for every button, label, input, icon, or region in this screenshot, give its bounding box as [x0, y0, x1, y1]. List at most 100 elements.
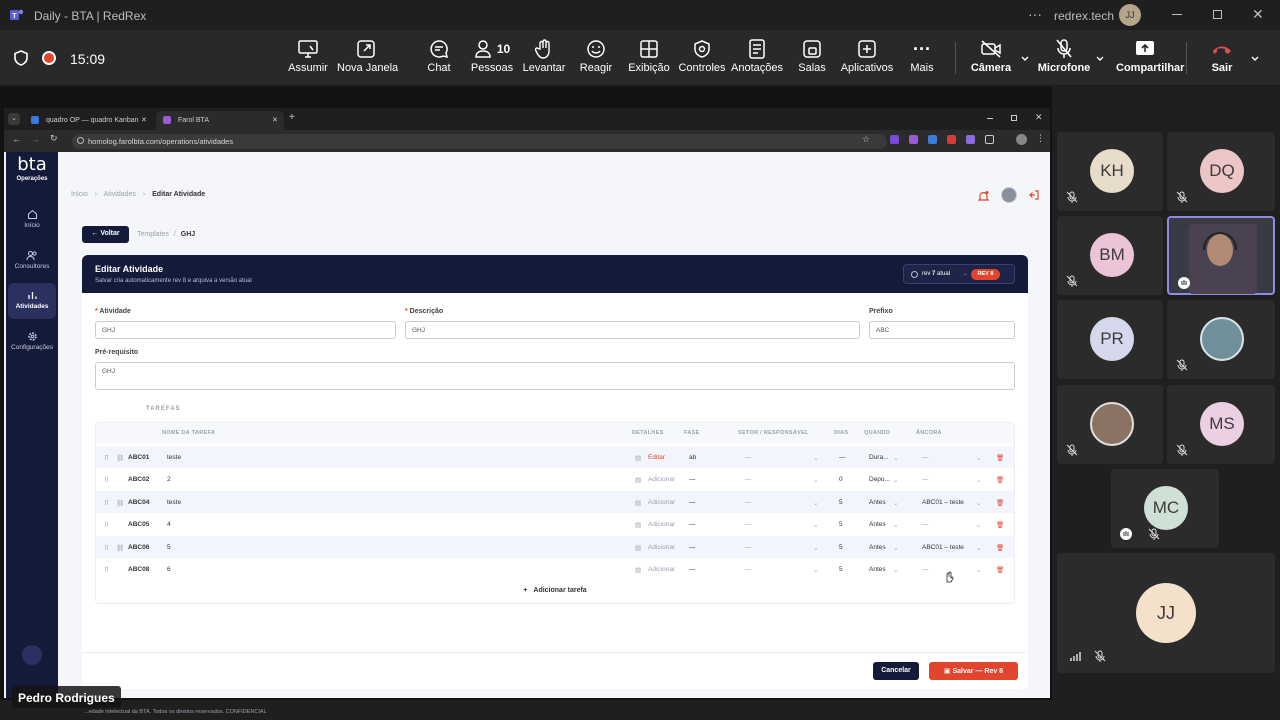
details-link[interactable]: Adicionar: [648, 499, 675, 506]
nav-item-configuracoes[interactable]: Configurações: [6, 324, 58, 360]
table-row[interactable]: ⠿ ⛓ ABC01 teste ▤ Editar ab — ⌄ — Dura... ⌄ — ⌄ 🗑: [96, 446, 1014, 468]
drag-handle-icon[interactable]: ⠿: [104, 454, 109, 462]
save-button[interactable]: ▣ Salvar — Rev 8: [929, 662, 1018, 680]
task-when-select[interactable]: Antes: [869, 521, 886, 528]
task-days[interactable]: 5: [839, 566, 843, 573]
cancel-button[interactable]: Cancelar: [873, 662, 919, 680]
task-days[interactable]: 5: [839, 521, 843, 528]
task-name[interactable]: 4: [167, 521, 171, 528]
task-sector-select[interactable]: —: [745, 544, 752, 551]
nav-item-inicio[interactable]: Início: [6, 202, 58, 238]
task-sector-select[interactable]: —: [745, 521, 752, 528]
participant-tile[interactable]: PR: [1057, 300, 1163, 379]
new-tab-icon[interactable]: +: [289, 112, 295, 123]
participant-tile[interactable]: MC: [1111, 469, 1219, 548]
bookmark-star-icon[interactable]: ☆: [862, 134, 870, 145]
reload-icon[interactable]: ↻: [50, 133, 58, 144]
task-phase[interactable]: —: [689, 544, 696, 551]
address-bar[interactable]: homolog.farolbta.com/operations/atividad…: [72, 134, 887, 149]
delete-icon[interactable]: 🗑: [996, 454, 1004, 462]
extension-3-icon[interactable]: [928, 135, 937, 144]
view-button[interactable]: Exibição: [620, 38, 678, 80]
controls-button[interactable]: Controles: [673, 38, 731, 80]
details-link[interactable]: Editar: [648, 454, 665, 461]
delete-icon[interactable]: 🗑: [996, 521, 1004, 529]
table-row[interactable]: ⠿ ABC02 2 ▤ Adicionar — — ⌄ 0 Depo... ⌄ — ⌄ 🗑: [96, 468, 1014, 490]
task-name[interactable]: teste: [167, 499, 181, 506]
activity-input[interactable]: GHJ: [95, 321, 396, 339]
breadcrumb-home[interactable]: Início: [71, 191, 88, 198]
task-name[interactable]: 5: [167, 544, 171, 551]
extension-4-icon[interactable]: [947, 135, 956, 144]
self-view-tile[interactable]: JJ: [1057, 553, 1275, 673]
prefix-input[interactable]: ABC: [869, 321, 1015, 339]
back-button[interactable]: ← Voltar: [82, 226, 129, 243]
details-link[interactable]: Adicionar: [648, 566, 675, 573]
share-button[interactable]: Compartilhar: [1116, 38, 1184, 80]
browser-tab-kanban[interactable]: quadro OP — quadro Kanban ✕: [24, 111, 152, 130]
maximize-icon[interactable]: [1213, 10, 1222, 19]
task-anchor-select[interactable]: ABC01 – teste: [922, 544, 964, 551]
rooms-button[interactable]: Salas: [783, 38, 841, 80]
browser-tab-farol[interactable]: Farol BTA ✕: [156, 111, 284, 130]
more-button[interactable]: ··· Mais: [893, 38, 951, 80]
participant-tile[interactable]: MS: [1167, 385, 1275, 464]
microphone-button[interactable]: Microfone: [1035, 38, 1093, 80]
browser-menu-icon[interactable]: ⋮: [1036, 133, 1045, 144]
tab-list-chevron-icon[interactable]: ⌄: [8, 113, 20, 125]
participant-tile[interactable]: KH: [1057, 132, 1163, 211]
browser-minimize-icon[interactable]: [987, 118, 993, 119]
task-sector-select[interactable]: —: [745, 566, 752, 573]
description-input[interactable]: GHJ: [405, 321, 860, 339]
nav-item-consultores[interactable]: Consultores: [6, 243, 58, 279]
extensions-puzzle-icon[interactable]: [985, 135, 994, 144]
back-arrow-icon[interactable]: ←: [12, 134, 21, 144]
add-task-button[interactable]: + Adicionar tarefa: [96, 580, 1014, 602]
delete-icon[interactable]: 🗑: [996, 499, 1004, 507]
extension-2-icon[interactable]: [909, 135, 918, 144]
task-sector-select[interactable]: —: [745, 476, 752, 483]
drag-handle-icon[interactable]: ⠿: [104, 476, 109, 484]
logout-icon[interactable]: [1028, 189, 1040, 201]
task-anchor-select[interactable]: —: [922, 566, 929, 573]
minimize-icon[interactable]: [1172, 14, 1182, 15]
user-avatar[interactable]: JJ: [1119, 4, 1141, 26]
task-when-select[interactable]: Antes: [869, 499, 886, 506]
task-phase[interactable]: —: [689, 566, 696, 573]
task-days[interactable]: —: [839, 454, 846, 461]
table-row[interactable]: ⠿ ABC05 4 ▤ Adicionar — — ⌄ 5 Antes ⌄ — ⌄ 🗑: [96, 513, 1014, 535]
task-anchor-select[interactable]: —: [922, 454, 929, 461]
camera-button[interactable]: Câmera: [962, 38, 1020, 80]
task-sector-select[interactable]: —: [745, 499, 752, 506]
mic-options-chevron-icon[interactable]: [1095, 54, 1105, 64]
take-control-button[interactable]: Assumir: [279, 38, 337, 80]
react-button[interactable]: Reagir: [567, 38, 625, 80]
table-row[interactable]: ⠿ ABC08 6 ▤ Adicionar — — ⌄ 5 Antes ⌄ — ⌄ 🗑: [96, 558, 1014, 580]
delete-icon[interactable]: 🗑: [996, 544, 1004, 552]
chat-button[interactable]: Chat: [410, 38, 468, 80]
notification-bell-icon[interactable]: [978, 190, 989, 202]
task-when-select[interactable]: Antes: [869, 544, 886, 551]
delete-icon[interactable]: 🗑: [996, 476, 1004, 484]
participant-video-tile[interactable]: [1167, 300, 1275, 379]
table-row[interactable]: ⠿ ⛓ ABC06 5 ▤ Adicionar — — ⌄ 5 Antes ⌄ ABC01 – test…: [96, 535, 1014, 558]
task-when-select[interactable]: Dura...: [869, 454, 889, 461]
task-name[interactable]: teste: [167, 454, 181, 461]
task-when-select[interactable]: Antes: [869, 566, 886, 573]
apps-button[interactable]: Aplicativos: [838, 38, 896, 80]
task-days[interactable]: 5: [839, 544, 843, 551]
template-breadcrumb-link[interactable]: Templates: [137, 231, 169, 238]
site-info-icon[interactable]: [77, 137, 84, 144]
more-options-icon[interactable]: ···: [1028, 6, 1042, 22]
task-name[interactable]: 6: [167, 566, 171, 573]
collapse-toggle-icon[interactable]: [22, 645, 42, 665]
notes-button[interactable]: Anotações: [728, 38, 786, 80]
user-avatar-small[interactable]: [1001, 187, 1017, 203]
browser-close-icon[interactable]: ✕: [1035, 112, 1043, 123]
task-anchor-select[interactable]: —: [922, 476, 929, 483]
browser-restore-icon[interactable]: [1011, 115, 1017, 121]
details-link[interactable]: Adicionar: [648, 544, 675, 551]
drag-handle-icon[interactable]: ⠿: [104, 544, 109, 552]
drag-handle-icon[interactable]: ⠿: [104, 499, 109, 507]
leave-button[interactable]: Sair: [1193, 38, 1251, 80]
